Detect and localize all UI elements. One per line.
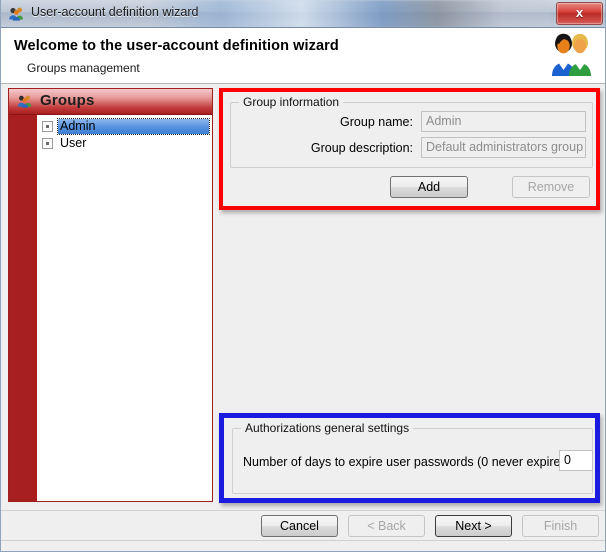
remove-button: Remove <box>512 176 590 198</box>
wizard-header: Welcome to the user-account definition w… <box>1 28 605 84</box>
password-expiry-label: Number of days to expire user passwords … <box>243 455 575 469</box>
groups-panel: Groups Admin User <box>8 88 213 502</box>
group-description-field[interactable]: Default administrators group <box>421 137 586 158</box>
page-subtitle: Groups management <box>27 61 140 75</box>
tree-item-user[interactable]: User <box>37 135 212 152</box>
authorizations-legend: Authorizations general settings <box>241 421 414 435</box>
wizard-window: User-account definition wizard x Welcome… <box>0 0 606 552</box>
page-title: Welcome to the user-account definition w… <box>14 38 339 54</box>
groups-panel-title: Groups <box>40 92 95 109</box>
groups-icon <box>17 94 33 109</box>
two-people-icon <box>547 32 595 78</box>
groups-accent-stripe <box>9 115 37 501</box>
tree-item-label: Admin <box>57 118 210 135</box>
title-bar: User-account definition wizard x <box>0 0 606 28</box>
group-information-groupbox: Group information Group name: Admin Grou… <box>230 95 593 168</box>
wizard-footer: Cancel < Back Next > Finish <box>1 510 605 551</box>
authorizations-groupbox: Authorizations general settings Number o… <box>232 421 593 494</box>
window-title: User-account definition wizard <box>31 5 199 19</box>
group-information-legend: Group information <box>239 95 344 109</box>
tree-item-label: User <box>60 136 87 150</box>
group-name-label: Group name: <box>340 115 413 129</box>
tree-item-admin[interactable]: Admin <box>37 118 212 135</box>
authorizations-highlight: Authorizations general settings Number o… <box>219 413 600 503</box>
close-button[interactable]: x <box>556 2 603 25</box>
expand-toggle-icon[interactable] <box>42 138 53 149</box>
close-icon: x <box>575 5 584 20</box>
cancel-button[interactable]: Cancel <box>261 515 338 537</box>
back-button: < Back <box>348 515 425 537</box>
group-name-field[interactable]: Admin <box>421 111 586 132</box>
group-description-label: Group description: <box>310 141 413 155</box>
expand-toggle-icon[interactable] <box>42 121 53 132</box>
group-information-highlight: Group information Group name: Admin Grou… <box>219 88 600 210</box>
next-button[interactable]: Next > <box>435 515 512 537</box>
users-group-icon <box>8 6 25 22</box>
groups-panel-header: Groups <box>9 89 212 115</box>
titlebar-glass-reflection <box>150 0 550 27</box>
password-expiry-input[interactable]: 0 <box>559 450 593 471</box>
finish-button: Finish <box>522 515 599 537</box>
groups-tree[interactable]: Admin User <box>37 115 212 501</box>
add-button[interactable]: Add <box>390 176 468 198</box>
footer-divider <box>1 540 605 541</box>
